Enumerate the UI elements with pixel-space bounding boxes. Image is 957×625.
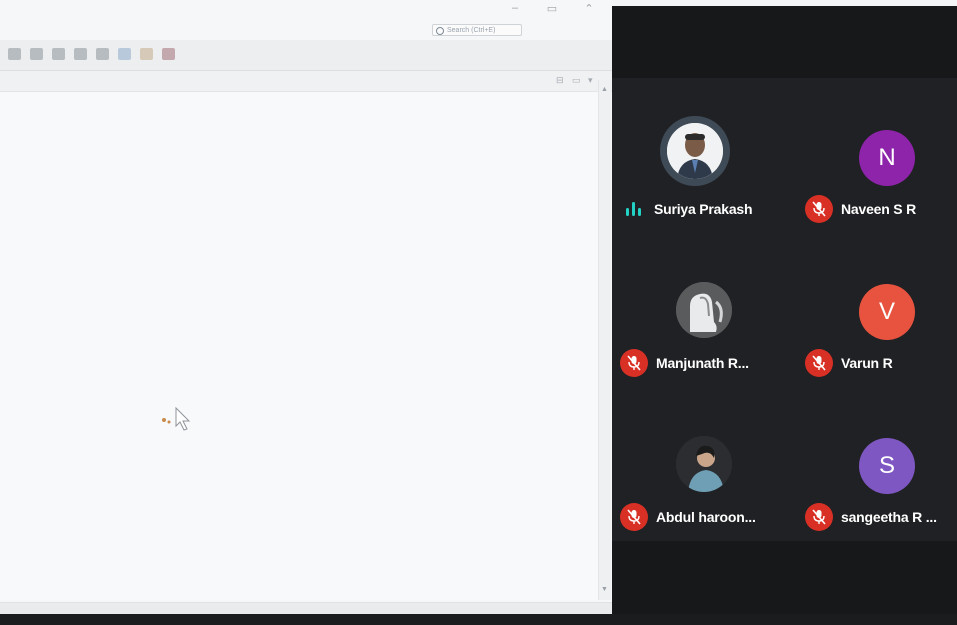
app-window: – ▭ ⌃ Search (Ctrl+E) ⊟ ▭ ▾ ▲ ▼ — [0, 0, 612, 625]
search-icon — [436, 27, 444, 35]
scroll-down-icon[interactable]: ▼ — [601, 586, 608, 593]
scroll-up-icon[interactable]: ▲ — [601, 86, 608, 93]
participant-tile[interactable]: V Varun R — [787, 270, 957, 420]
search-placeholder: Search (Ctrl+E) — [447, 27, 496, 34]
bottom-edge — [0, 614, 957, 625]
participant-name-row: Suriya Prakash — [624, 195, 753, 223]
participant-name-row: sangeetha R ... — [805, 503, 937, 531]
search-input[interactable]: Search (Ctrl+E) — [432, 24, 522, 36]
toolbar-tool-8-icon[interactable] — [162, 48, 175, 60]
avatar: V — [859, 284, 915, 340]
minimize-button[interactable]: – — [508, 2, 522, 14]
view-menu-icon[interactable]: ⊟ — [556, 75, 564, 86]
participant-name-row: Naveen S R — [805, 195, 916, 223]
toolbar-tool-6-icon[interactable] — [118, 48, 131, 60]
participant-tile[interactable]: Manjunath R... — [612, 270, 787, 420]
participant-name: Suriya Prakash — [654, 201, 753, 217]
title-bar: – ▭ ⌃ — [0, 0, 612, 22]
mic-off-icon — [620, 349, 648, 377]
minimize-view-icon[interactable]: ▭ — [572, 75, 581, 86]
toolbar-tool-5-icon[interactable] — [96, 48, 109, 60]
hand-photo-icon — [676, 282, 732, 338]
editor-canvas[interactable] — [0, 92, 598, 600]
editor-tab-bar: ⊟ ▭ ▾ — [0, 71, 612, 92]
mic-off-icon — [805, 349, 833, 377]
participant-name-row: Abdul haroon... — [620, 503, 756, 531]
toolbar-tool-7-icon[interactable] — [140, 48, 153, 60]
participant-tile[interactable]: S sangeetha R ... — [787, 424, 957, 574]
person-photo-icon — [667, 123, 723, 179]
avatar — [676, 436, 732, 492]
avatar: S — [859, 438, 915, 494]
avatar — [667, 123, 723, 179]
participant-tile[interactable]: Suriya Prakash — [612, 116, 787, 266]
participant-tile[interactable]: N Naveen S R — [787, 116, 957, 266]
toolbar-tool-2-icon[interactable] — [30, 48, 43, 60]
restore-button[interactable]: ⌃ — [582, 2, 596, 15]
mic-off-icon — [805, 195, 833, 223]
toolbar-tool-1-icon[interactable] — [8, 48, 21, 60]
mic-off-icon — [805, 503, 833, 531]
participants-panel: Suriya Prakash N Naveen S R Manjunath R.… — [612, 6, 957, 614]
participant-name: Varun R — [841, 355, 893, 371]
participant-name: Manjunath R... — [656, 355, 749, 371]
avatar — [676, 282, 732, 338]
participant-name-row: Manjunath R... — [620, 349, 749, 377]
panel-top-band — [612, 6, 957, 78]
participant-name-row: Varun R — [805, 349, 893, 377]
toolbar-tool-3-icon[interactable] — [52, 48, 65, 60]
participant-name: Abdul haroon... — [656, 509, 756, 525]
dropdown-icon[interactable]: ▾ — [588, 75, 593, 86]
person-photo-icon — [676, 436, 732, 492]
avatar: N — [859, 130, 915, 186]
participant-tile[interactable]: Abdul haroon... — [612, 424, 787, 574]
maximize-button[interactable]: ▭ — [545, 2, 559, 15]
participant-name: sangeetha R ... — [841, 509, 937, 525]
toolbar-tool-4-icon[interactable] — [74, 48, 87, 60]
toolbar — [0, 40, 612, 71]
participant-name: Naveen S R — [841, 201, 917, 217]
speaking-indicator-icon — [624, 199, 646, 219]
vertical-scrollbar[interactable]: ▲ ▼ — [598, 80, 611, 600]
mouse-cursor-icon — [162, 406, 191, 431]
mic-off-icon — [620, 503, 648, 531]
